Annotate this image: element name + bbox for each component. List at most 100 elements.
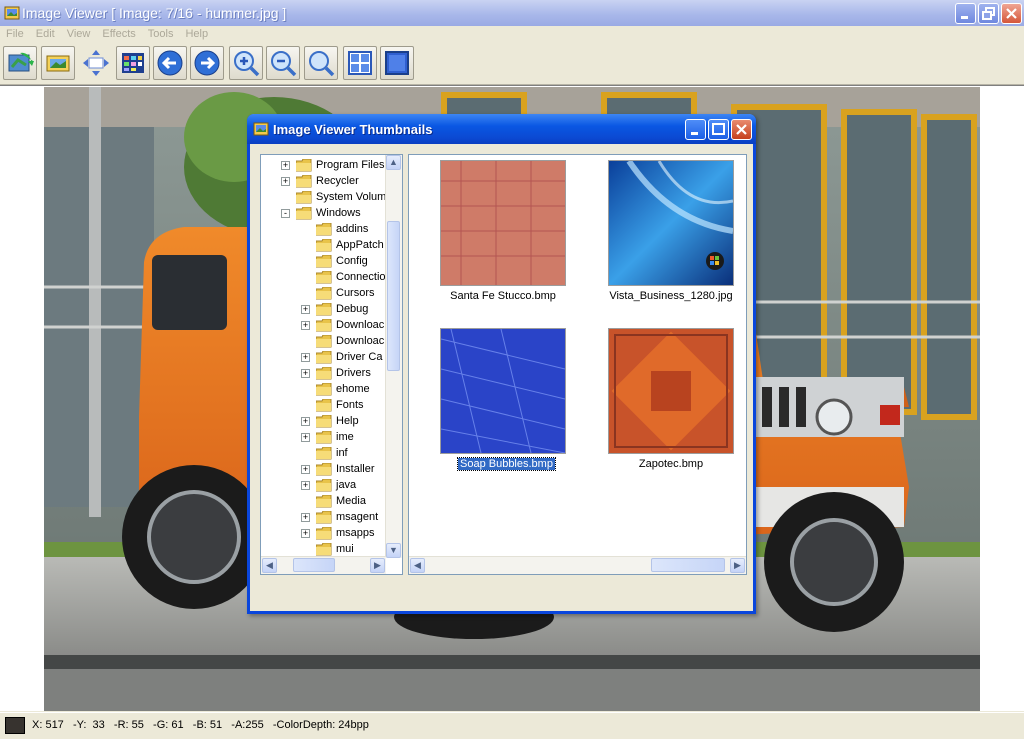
zoom-in-button[interactable] — [229, 46, 263, 80]
tree-item[interactable]: + Debug — [301, 301, 368, 317]
minimize-button[interactable] — [955, 3, 976, 24]
tree-item-label: Drivers — [336, 367, 371, 379]
tree-item-label: Fonts — [336, 399, 364, 411]
tree-item[interactable]: System Volum — [281, 189, 386, 205]
expand-icon[interactable]: + — [301, 352, 310, 362]
folder-icon — [316, 334, 332, 347]
close-button[interactable] — [1001, 3, 1022, 24]
restore-button[interactable] — [978, 3, 999, 24]
tree-item[interactable]: + ime — [301, 429, 354, 445]
tree-item[interactable]: + Downloac — [301, 317, 384, 333]
expand-icon[interactable]: + — [301, 512, 310, 522]
tree-item[interactable]: inf — [301, 445, 348, 461]
expand-icon[interactable]: + — [301, 464, 310, 474]
scroll-right-arrow[interactable]: ▶ — [730, 558, 745, 573]
scroll-right-arrow[interactable]: ▶ — [370, 558, 385, 573]
thumbnails-panel[interactable]: Santa Fe Stucco.bmp Vista_Business_1280.… — [408, 154, 747, 575]
dialog-minimize-button[interactable] — [685, 119, 706, 140]
tree-item-label: Downloac — [336, 335, 385, 347]
resize-button[interactable] — [79, 46, 113, 80]
expand-icon[interactable]: + — [301, 432, 310, 442]
tree-item[interactable]: + java — [301, 477, 356, 493]
pixel-color-swatch — [5, 717, 25, 734]
minimize-icon — [961, 16, 968, 19]
tree-horizontal-scrollbar[interactable]: ◀ ▶ — [261, 556, 386, 574]
previous-button[interactable] — [153, 46, 187, 80]
thumbs-hscroll-thumb[interactable] — [651, 558, 725, 572]
main-title-bar[interactable]: Image Viewer [ Image: 7/16 - hummer.jpg … — [0, 0, 1024, 26]
menu-tools[interactable]: Tools — [142, 26, 180, 44]
menu-edit[interactable]: Edit — [30, 26, 61, 44]
tree-item[interactable]: Cursors — [301, 285, 375, 301]
tree-item[interactable]: + Drivers — [301, 365, 371, 381]
thumbnail-label[interactable]: Vista_Business_1280.jpg — [589, 290, 746, 302]
menu-view[interactable]: View — [61, 26, 97, 44]
collapse-icon[interactable]: - — [281, 208, 290, 218]
tree-item-label: addins — [336, 223, 369, 235]
scroll-left-arrow[interactable]: ◀ — [410, 558, 425, 573]
dialog-maximize-button[interactable] — [708, 119, 729, 140]
folder-icon — [296, 190, 312, 203]
thumbnail-label[interactable]: Zapotec.bmp — [589, 458, 746, 470]
tree-vscroll-thumb[interactable] — [387, 221, 400, 371]
menu-file[interactable]: File — [0, 26, 30, 44]
tree-item[interactable]: + Driver Ca — [301, 349, 382, 365]
tree-item-label: ehome — [336, 383, 370, 395]
tree-item[interactable]: Downloac — [301, 333, 384, 349]
dialog-close-button[interactable] — [731, 119, 752, 140]
scroll-up-arrow[interactable]: ▲ — [386, 155, 401, 170]
tree-item[interactable]: + Help — [301, 413, 359, 429]
tree-item[interactable]: - Windows — [281, 205, 361, 221]
expand-icon[interactable]: + — [301, 304, 310, 314]
thumbnail-label-selected[interactable]: Soap Bubbles.bmp — [457, 457, 556, 471]
folder-tree[interactable]: + Program Files + Recycler System Volum - Wind… — [260, 154, 403, 575]
thumbnail-santa-fe-stucco[interactable] — [440, 160, 566, 286]
fullscreen-button[interactable] — [380, 46, 414, 80]
zoom-fit-button[interactable] — [304, 46, 338, 80]
tree-item[interactable]: + Installer — [301, 461, 375, 477]
expand-icon[interactable]: + — [301, 480, 310, 490]
tree-item[interactable]: + Recycler — [281, 173, 359, 189]
tree-item[interactable]: Connectio — [301, 269, 386, 285]
thumbnails-button[interactable] — [116, 46, 150, 80]
expand-icon[interactable]: + — [301, 320, 310, 330]
expand-icon[interactable]: + — [301, 416, 310, 426]
tree-item[interactable]: Media — [301, 493, 366, 509]
maximize-icon — [712, 123, 725, 135]
tree-item[interactable]: AppPatch — [301, 237, 384, 253]
thumbnail-label[interactable]: Santa Fe Stucco.bmp — [421, 290, 585, 302]
tree-item[interactable]: ehome — [301, 381, 370, 397]
expand-icon[interactable]: + — [281, 160, 290, 170]
expand-icon[interactable]: + — [301, 528, 310, 538]
scroll-left-arrow[interactable]: ◀ — [262, 558, 277, 573]
folder-icon — [316, 398, 332, 411]
tile-button[interactable] — [343, 46, 377, 80]
slideshow-button[interactable] — [41, 46, 75, 80]
menu-effects[interactable]: Effects — [96, 26, 141, 44]
thumbnail-soap-bubbles[interactable] — [440, 328, 566, 454]
tree-vertical-scrollbar[interactable]: ▲ ▼ — [385, 155, 402, 558]
next-button[interactable] — [190, 46, 224, 80]
tree-item[interactable]: + msapps — [301, 525, 375, 541]
folder-icon — [296, 174, 312, 187]
open-button[interactable] — [3, 46, 37, 80]
expand-icon[interactable]: + — [301, 368, 310, 378]
thumbs-horizontal-scrollbar[interactable]: ◀ ▶ — [409, 556, 746, 574]
zoom-out-button[interactable] — [266, 46, 300, 80]
dialog-title-bar[interactable]: Image Viewer Thumbnails — [247, 114, 756, 144]
thumbnail-vista-business[interactable] — [608, 159, 734, 286]
tree-item[interactable]: Fonts — [301, 397, 364, 413]
tree-item[interactable]: + Program Files — [281, 157, 384, 173]
tree-item[interactable]: Config — [301, 253, 368, 269]
tree-item[interactable]: addins — [301, 221, 368, 237]
thumbnail-zapotec[interactable] — [608, 328, 734, 454]
expand-icon[interactable]: + — [281, 176, 290, 186]
tree-hscroll-thumb[interactable] — [293, 558, 335, 572]
menu-help[interactable]: Help — [179, 26, 214, 44]
tree-item[interactable]: mui — [301, 541, 354, 557]
tree-item[interactable]: + msagent — [301, 509, 378, 525]
scroll-down-arrow[interactable]: ▼ — [386, 543, 401, 558]
